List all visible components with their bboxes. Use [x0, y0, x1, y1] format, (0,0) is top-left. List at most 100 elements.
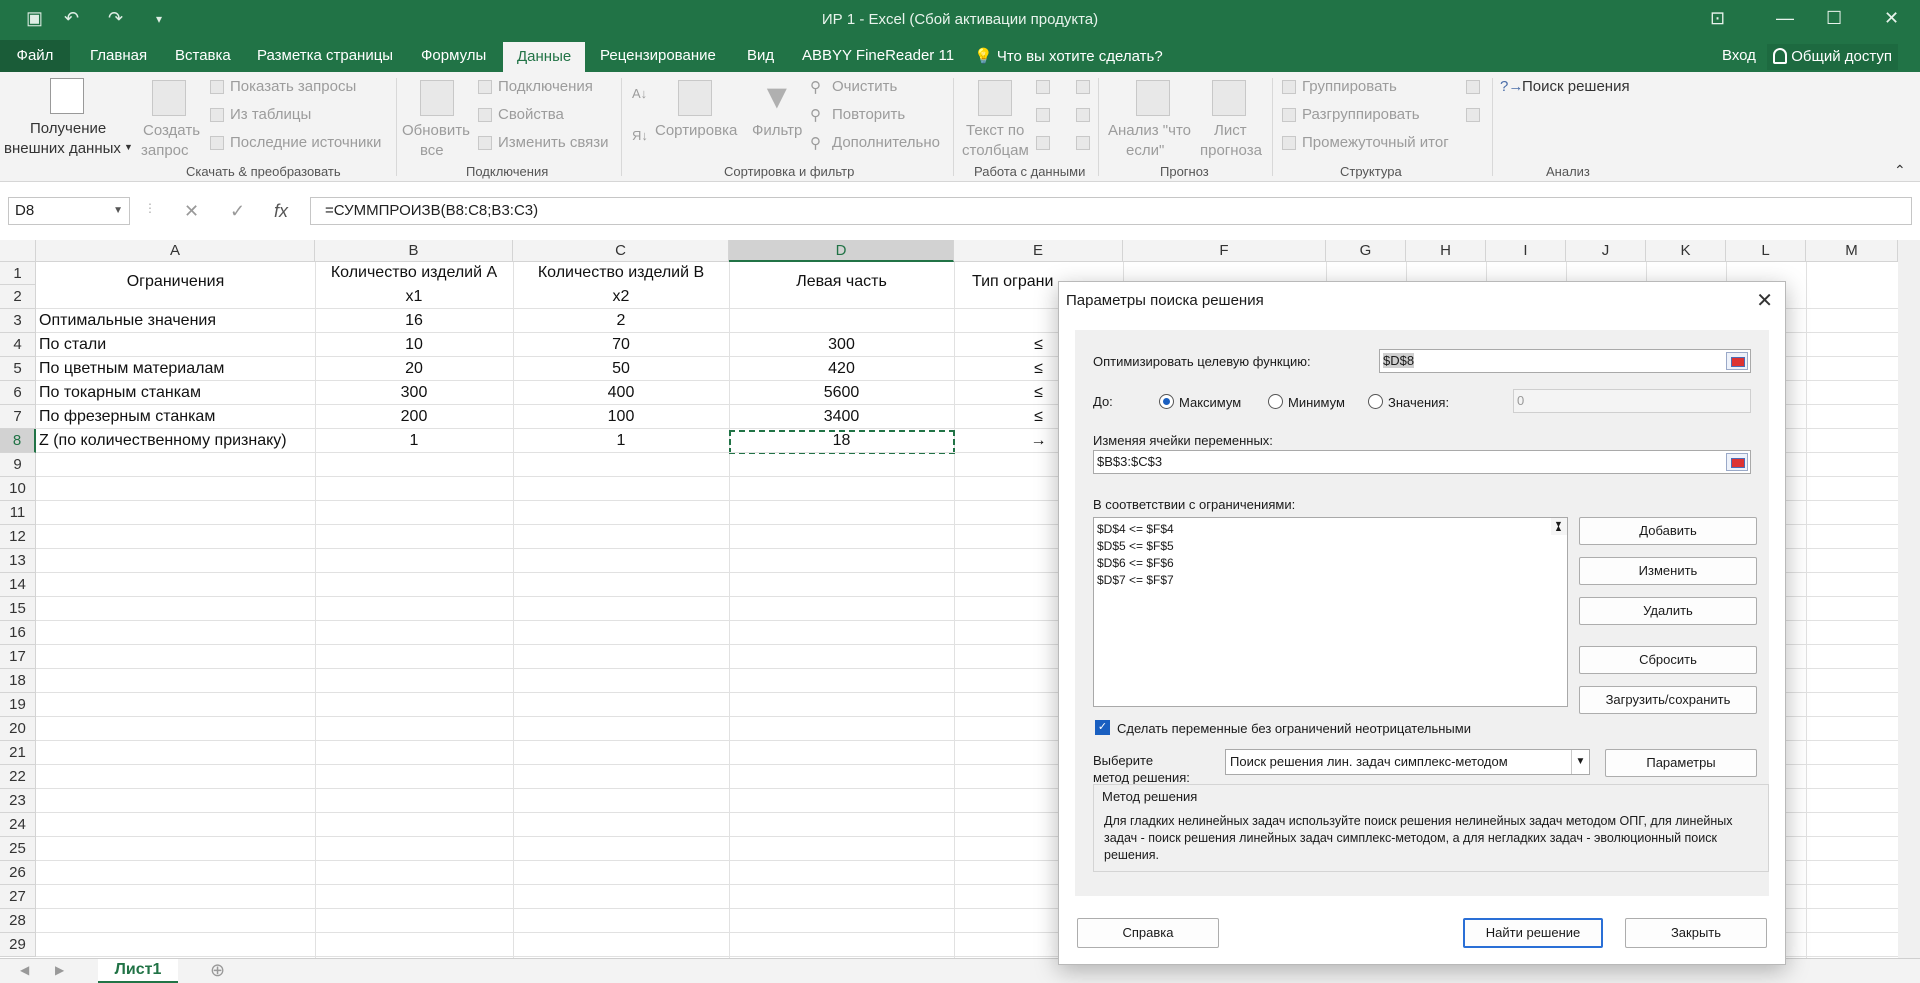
solve-button[interactable]: Найти решение	[1463, 918, 1603, 948]
what-if-line2[interactable]: если"	[1126, 142, 1164, 159]
radio-max[interactable]	[1159, 394, 1174, 409]
cell-c3[interactable]: 2	[513, 312, 729, 330]
cancel-entry-icon[interactable]: ✕	[184, 201, 199, 222]
sort-az-icon[interactable]: A↓	[632, 86, 647, 101]
edit-links-button[interactable]: Изменить связи	[498, 134, 609, 151]
change-button[interactable]: Изменить	[1579, 557, 1757, 585]
close-dialog-button[interactable]: Закрыть	[1625, 918, 1767, 948]
tab-data[interactable]: Данные	[503, 42, 586, 72]
collapse-ribbon-icon[interactable]: ⌃	[1894, 162, 1906, 179]
row-header-14[interactable]: 14	[0, 573, 36, 597]
forecast-sheet-line2[interactable]: прогноза	[1200, 142, 1262, 159]
subtotal-button[interactable]: Промежуточный итог	[1302, 134, 1449, 151]
row-header-19[interactable]: 19	[0, 693, 36, 717]
connections-button[interactable]: Подключения	[498, 78, 593, 95]
advanced-button[interactable]: Дополнительно	[832, 134, 940, 151]
col-header-j[interactable]: J	[1566, 240, 1646, 262]
tab-insert[interactable]: Вставка	[175, 47, 231, 64]
cell-a7[interactable]: По фрезерным станкам	[39, 408, 215, 426]
cell-c8[interactable]: 1	[513, 432, 729, 450]
col-header-c[interactable]: C	[513, 240, 729, 262]
radio-min[interactable]	[1268, 394, 1283, 409]
filter-button[interactable]: Фильтр	[752, 122, 802, 139]
row-header-25[interactable]: 25	[0, 837, 36, 861]
row-header-5[interactable]: 5	[0, 357, 36, 381]
cell-b8[interactable]: 1	[315, 432, 513, 450]
ungroup-button[interactable]: Разгруппировать	[1302, 106, 1420, 123]
tell-me[interactable]: 💡 Что вы хотите сделать?	[974, 47, 1163, 65]
constraints-list[interactable]: $D$4 <= $F$4 $D$5 <= $F$5 $D$6 <= $F$6 $…	[1093, 517, 1568, 707]
row-header-17[interactable]: 17	[0, 645, 36, 669]
sort-za-icon[interactable]: Я↓	[632, 128, 648, 143]
cell-c6[interactable]: 400	[513, 384, 729, 402]
tab-abbyy[interactable]: ABBYY FineReader 11	[802, 47, 954, 64]
row-header-11[interactable]: 11	[0, 501, 36, 525]
col-header-h[interactable]: H	[1406, 240, 1486, 262]
what-if-line1[interactable]: Анализ "что	[1108, 122, 1191, 139]
row-header-24[interactable]: 24	[0, 813, 36, 837]
sheet-tab-1[interactable]: Лист1	[98, 959, 178, 983]
cell-d7[interactable]: 3400	[729, 408, 954, 426]
tab-review[interactable]: Рецензирование	[600, 47, 716, 64]
row-header-27[interactable]: 27	[0, 885, 36, 909]
col-header-l[interactable]: L	[1726, 240, 1806, 262]
col-header-f[interactable]: F	[1123, 240, 1326, 262]
recent-sources-button[interactable]: Последние источники	[230, 134, 381, 151]
tab-page-layout[interactable]: Разметка страницы	[257, 47, 393, 64]
insert-function-icon[interactable]: fx	[274, 201, 288, 222]
maximize-icon[interactable]: ☐	[1826, 8, 1842, 29]
row-header-6[interactable]: 6	[0, 381, 36, 405]
radio-value-of[interactable]	[1368, 394, 1383, 409]
reapply-button[interactable]: Повторить	[832, 106, 905, 123]
row-header-8[interactable]: 8	[0, 429, 36, 453]
row-header-22[interactable]: 22	[0, 765, 36, 789]
delete-button[interactable]: Удалить	[1579, 597, 1757, 625]
cell-b3[interactable]: 16	[315, 312, 513, 330]
cell-a8[interactable]: Z (по количественному признаку)	[39, 432, 287, 450]
scroll-down-icon[interactable]: ▼	[1554, 516, 1563, 533]
flash-fill-icon[interactable]	[1036, 80, 1050, 94]
cell-a3[interactable]: Оптимальные значения	[39, 312, 216, 330]
text-to-columns-line2[interactable]: столбцам	[962, 142, 1029, 159]
cell-b7[interactable]: 200	[315, 408, 513, 426]
row-header-12[interactable]: 12	[0, 525, 36, 549]
clear-button[interactable]: Очистить	[832, 78, 897, 95]
constraint-item[interactable]: $D$5 <= $F$5	[1097, 538, 1564, 555]
row-header-21[interactable]: 21	[0, 741, 36, 765]
load-save-button[interactable]: Загрузить/сохранить	[1579, 686, 1757, 714]
constraint-item[interactable]: $D$7 <= $F$7	[1097, 572, 1564, 589]
col-header-e[interactable]: E	[954, 240, 1123, 262]
show-detail-icon[interactable]	[1466, 80, 1480, 94]
row-header-7[interactable]: 7	[0, 405, 36, 429]
solver-button[interactable]: Поиск решения	[1522, 78, 1630, 95]
list-scrollbar[interactable]: ▲ ▼	[1551, 518, 1567, 535]
add-sheet-icon[interactable]: ⊕	[210, 960, 225, 981]
close-window-icon[interactable]: ✕	[1884, 8, 1899, 29]
cell-b5[interactable]: 20	[315, 360, 513, 378]
row-header-15[interactable]: 15	[0, 597, 36, 621]
options-button[interactable]: Параметры	[1605, 749, 1757, 777]
cell-c7[interactable]: 100	[513, 408, 729, 426]
row-header-28[interactable]: 28	[0, 909, 36, 933]
cell-b4[interactable]: 10	[315, 336, 513, 354]
hide-detail-icon[interactable]	[1466, 108, 1480, 122]
refresh-all-line1[interactable]: Обновить	[402, 122, 470, 139]
vertical-scrollbar[interactable]	[1898, 240, 1920, 958]
from-table-button[interactable]: Из таблицы	[230, 106, 311, 123]
cell-c4[interactable]: 70	[513, 336, 729, 354]
cell-c2[interactable]: x2	[513, 288, 729, 306]
cell-a5[interactable]: По цветным материалам	[39, 360, 224, 378]
changing-cells-field[interactable]: $B$3:$C$3	[1093, 450, 1751, 474]
close-icon[interactable]: ✕	[1756, 288, 1773, 313]
row-header-10[interactable]: 10	[0, 477, 36, 501]
manage-data-model-icon[interactable]	[1076, 136, 1090, 150]
group-button[interactable]: Группировать	[1302, 78, 1397, 95]
range-select-icon[interactable]	[1726, 352, 1748, 370]
row-header-9[interactable]: 9	[0, 453, 36, 477]
tab-home[interactable]: Главная	[90, 47, 147, 64]
consolidate-icon[interactable]	[1076, 80, 1090, 94]
get-external-data-line1[interactable]: Получение	[30, 120, 106, 137]
row-header-4[interactable]: 4	[0, 333, 36, 357]
row-header-1[interactable]: 1	[0, 262, 36, 285]
cell-b6[interactable]: 300	[315, 384, 513, 402]
